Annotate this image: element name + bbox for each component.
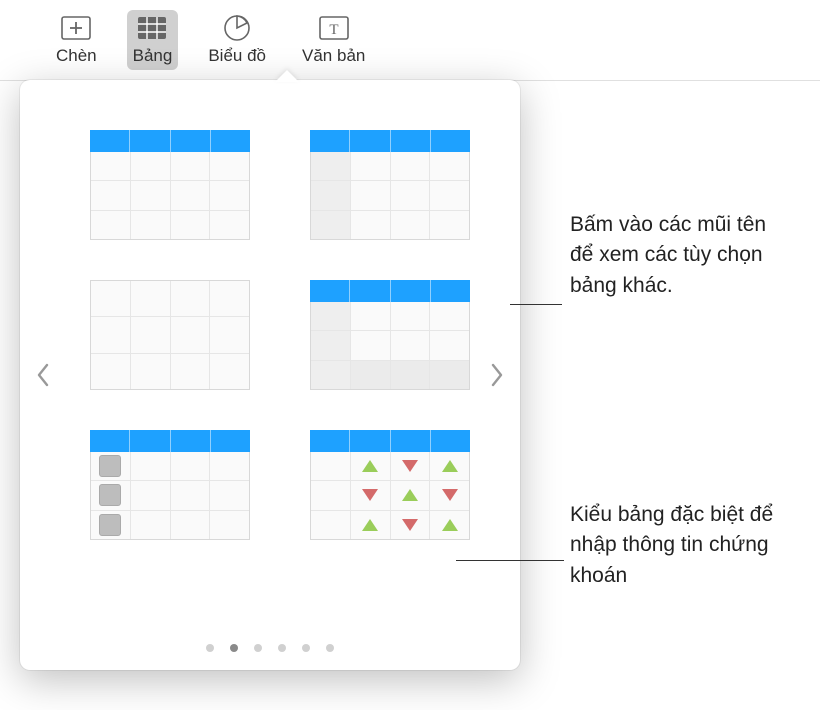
table-style-plain[interactable] (90, 280, 250, 390)
triangle-down-icon (402, 460, 418, 472)
page-dot[interactable] (278, 644, 286, 652)
table-styles-grid (20, 80, 520, 560)
svg-text:T: T (329, 22, 338, 38)
triangle-up-icon (442, 519, 458, 531)
toolbar-label-chart: Biểu đồ (208, 46, 266, 66)
page-dots (20, 644, 520, 652)
page-dot[interactable] (326, 644, 334, 652)
chevron-left-icon (36, 363, 50, 387)
callout-leader (456, 560, 564, 561)
triangle-up-icon (362, 460, 378, 472)
toolbar: Chèn Bảng Biểu đồ T Văn bản (0, 0, 820, 81)
text-icon: T (316, 14, 352, 42)
chevron-right-icon (490, 363, 504, 387)
table-style-header-footer[interactable] (310, 280, 470, 390)
table-button[interactable]: Bảng (127, 10, 179, 70)
page-dot[interactable] (254, 644, 262, 652)
toolbar-label-table: Bảng (133, 46, 173, 66)
text-button[interactable]: T Văn bản (296, 10, 371, 70)
table-icon (134, 14, 170, 42)
triangle-down-icon (442, 489, 458, 501)
chart-icon (219, 14, 255, 42)
callout-stock-text: Kiểu bảng đặc biệt để nhập thông tin chứ… (570, 500, 790, 591)
triangle-up-icon (442, 460, 458, 472)
prev-arrow[interactable] (28, 351, 58, 399)
page-dot[interactable] (302, 644, 310, 652)
toolbar-label-insert: Chèn (56, 46, 97, 66)
triangle-up-icon (362, 519, 378, 531)
insert-button[interactable]: Chèn (50, 10, 103, 70)
callout-arrow-text: Bấm vào các mũi tên để xem các tùy chọn … (570, 210, 790, 301)
triangle-down-icon (402, 519, 418, 531)
table-style-stock[interactable] (310, 430, 470, 540)
triangle-down-icon (362, 489, 378, 501)
page-dot[interactable] (230, 644, 238, 652)
callout-leader (510, 304, 562, 305)
table-style-checkbox[interactable] (90, 430, 250, 540)
page-dot[interactable] (206, 644, 214, 652)
table-style-blue-header-rowhead[interactable] (310, 130, 470, 240)
next-arrow[interactable] (482, 351, 512, 399)
table-style-blue-header[interactable] (90, 130, 250, 240)
insert-icon (58, 14, 94, 42)
table-styles-popover (20, 80, 520, 670)
chart-button[interactable]: Biểu đồ (202, 10, 272, 70)
toolbar-label-text: Văn bản (302, 46, 365, 66)
triangle-up-icon (402, 489, 418, 501)
